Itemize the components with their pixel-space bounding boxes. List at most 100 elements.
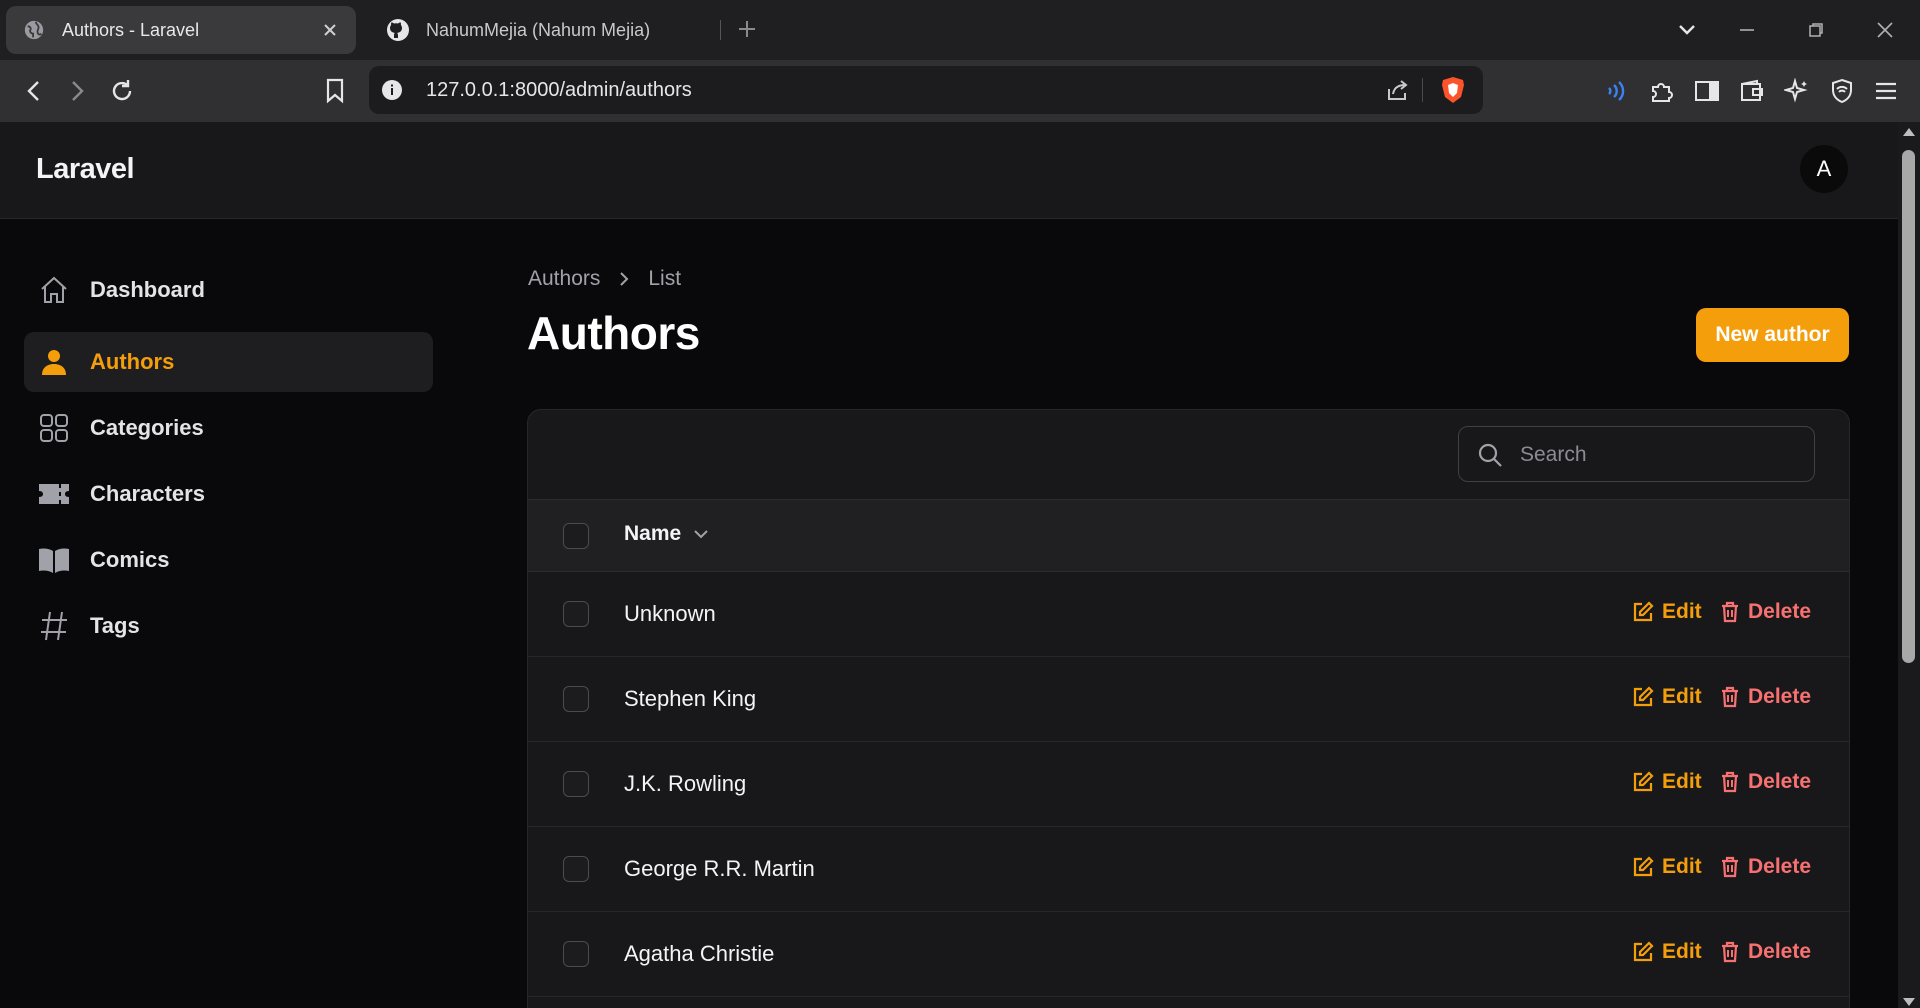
leo-ai-icon[interactable] [1780,74,1814,108]
home-icon [38,274,70,306]
close-tab-icon[interactable] [320,20,340,40]
edit-label: Edit [1662,855,1702,878]
minimize-icon[interactable] [1731,14,1763,46]
edit-button[interactable]: Edit [1632,770,1702,794]
brand-logo[interactable]: Laravel [36,153,135,186]
author-name: Agatha Christie [624,941,775,966]
url-text[interactable]: 127.0.0.1:8000/admin/authors [426,79,692,102]
back-icon[interactable] [17,74,51,108]
sidebar-toggle-icon[interactable] [1690,74,1724,108]
browser-tab-bar: Authors - Laravel NahumMejia (Nahum Meji… [0,0,1920,60]
trash-icon [1722,856,1738,878]
delete-button[interactable]: Delete [1720,940,1811,964]
delete-button[interactable]: Delete [1720,600,1811,624]
trash-icon [1722,601,1738,623]
trash-icon [1722,771,1738,793]
reload-icon[interactable] [105,74,139,108]
scroll-up-arrow-icon[interactable] [1903,128,1915,136]
pencil-square-icon [1633,856,1654,877]
tab-authors-laravel[interactable]: Authors - Laravel [6,6,356,54]
search-input[interactable]: Search [1458,426,1815,482]
delete-label: Delete [1748,855,1812,878]
trash-icon [1722,686,1738,708]
sidebar-item-authors[interactable]: Authors [24,332,433,392]
sidebar-item-label: Comics [90,547,170,572]
brave-shields-icon[interactable] [1438,75,1468,105]
edit-label: Edit [1662,685,1702,708]
scroll-down-arrow-icon[interactable] [1903,998,1915,1006]
restore-icon[interactable] [1800,14,1832,46]
delete-label: Delete [1748,940,1812,963]
urlbar-divider [1422,78,1423,102]
table-row: Agatha Christie Edit Delete [528,912,1849,997]
github-icon [386,18,410,42]
row-checkbox[interactable] [563,941,589,967]
hashtag-icon [38,610,70,642]
delete-button[interactable]: Delete [1720,855,1811,879]
breadcrumb: Authors List [528,267,681,291]
sidebar-item-categories[interactable]: Categories [24,398,433,458]
grid-icon [38,412,70,444]
author-name: Stephen King [624,686,757,711]
search-icon [1477,442,1503,468]
sidebar-item-tags[interactable]: Tags [24,596,433,656]
wallet-icon[interactable] [1735,74,1769,108]
menu-icon[interactable] [1869,74,1903,108]
new-tab-icon[interactable] [734,16,760,42]
sidebar-item-label: Dashboard [90,277,205,302]
sidebar: Dashboard Authors Categories Characters … [0,219,480,1008]
close-window-icon[interactable] [1869,14,1901,46]
new-author-button[interactable]: New author [1696,308,1849,362]
bookmark-icon[interactable] [318,74,352,108]
page-scrollbar[interactable] [1898,122,1920,1008]
pencil-square-icon [1633,941,1654,962]
authors-table: Search Name Unknown Edit Delete Stephen … [527,409,1850,1008]
tab-list-chevron-icon[interactable] [1671,14,1703,46]
edit-button[interactable]: Edit [1632,940,1702,964]
site-info-icon[interactable] [381,79,403,101]
sidebar-item-characters[interactable]: Characters [24,464,433,524]
globe-icon [22,18,46,42]
row-checkbox[interactable] [563,601,589,627]
vpn-shield-icon[interactable] [1825,74,1859,108]
author-name: J.K. Rowling [624,771,747,796]
tab-title: Authors - Laravel [62,19,200,40]
user-icon [38,346,70,378]
breadcrumb-authors[interactable]: Authors [528,267,600,291]
select-all-checkbox[interactable] [563,523,589,549]
delete-button[interactable]: Delete [1720,685,1811,709]
edit-button[interactable]: Edit [1632,685,1702,709]
author-name: George R.R. Martin [624,856,815,881]
tab-github[interactable]: NahumMejia (Nahum Mejia) [370,6,700,54]
sidebar-item-comics[interactable]: Comics [24,530,433,590]
trash-icon [1722,941,1738,963]
breadcrumb-list: List [648,267,682,290]
search-placeholder: Search [1520,443,1587,466]
wireless-icon[interactable] [1599,74,1633,108]
scrollbar-thumb[interactable] [1902,150,1915,663]
edit-label: Edit [1662,600,1702,623]
app-header: Laravel A [0,122,1898,219]
book-icon [38,544,70,576]
row-checkbox[interactable] [563,686,589,712]
share-icon[interactable] [1385,77,1411,103]
address-bar[interactable]: 127.0.0.1:8000/admin/authors [369,66,1483,114]
forward-icon[interactable] [60,74,94,108]
table-row: Unknown Edit Delete [528,572,1849,657]
edit-button[interactable]: Edit [1632,600,1702,624]
extensions-icon[interactable] [1645,74,1679,108]
author-name: Unknown [624,601,716,626]
user-avatar[interactable]: A [1800,145,1848,193]
column-name-sort[interactable]: Name [624,522,709,546]
row-checkbox[interactable] [563,771,589,797]
row-checkbox[interactable] [563,856,589,882]
ticket-icon [38,478,70,510]
sidebar-item-dashboard[interactable]: Dashboard [24,260,433,320]
table-row: J.K. Rowling Edit Delete [528,742,1849,827]
delete-button[interactable]: Delete [1720,770,1811,794]
pencil-square-icon [1633,686,1654,707]
chevron-down-icon [693,529,709,539]
tab-separator [720,20,721,40]
edit-button[interactable]: Edit [1632,855,1702,879]
table-row: Stephen King Edit Delete [528,657,1849,742]
